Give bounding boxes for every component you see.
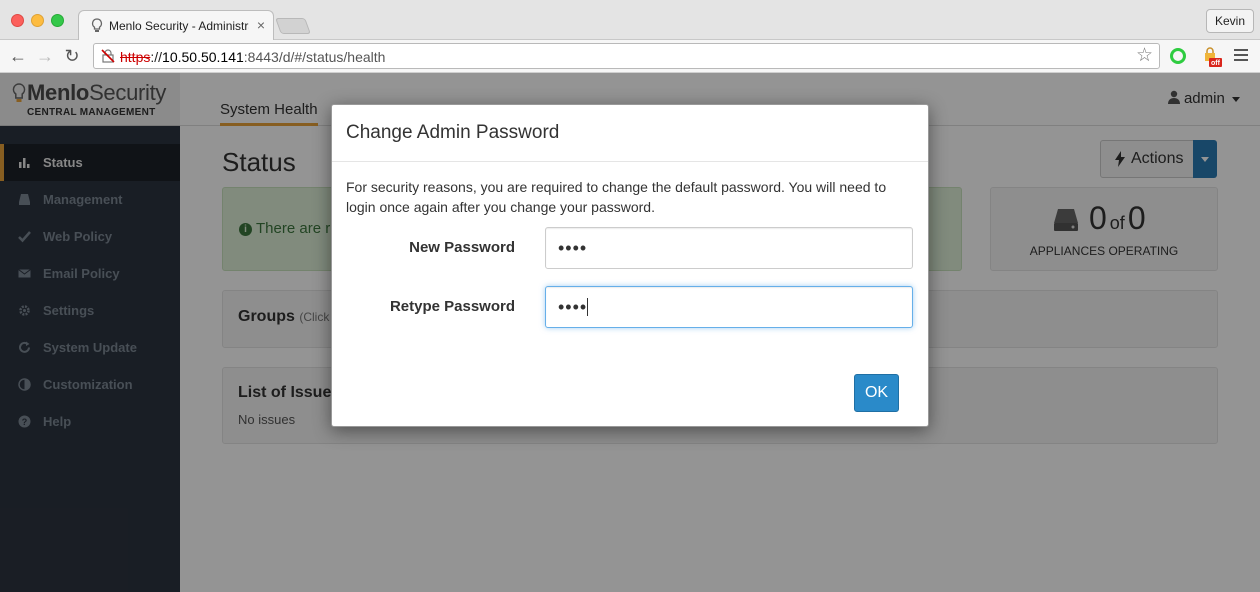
new-tab-button[interactable] [275,18,311,34]
address-bar[interactable]: https://10.50.50.141:8443/d/#/status/hea… [93,43,1160,69]
url-path: :8443/d/#/status/health [243,49,386,65]
tab-title: Menlo Security - Administra [109,19,249,33]
browser-toolbar: ← → ↻ https://10.50.50.141:8443/d/#/stat… [0,40,1260,73]
forward-arrow-icon[interactable]: → [35,46,55,66]
text-cursor [587,298,589,316]
browser-titlebar: Menlo Security - Administra × Kevin [0,0,1260,41]
profile-button[interactable]: Kevin [1205,9,1254,33]
browser-tab-active[interactable]: Menlo Security - Administra × [78,10,274,41]
change-password-dialog: Change Admin Password For security reaso… [331,104,929,427]
retype-password-label: Retype Password [389,298,515,315]
insecure-lock-icon [101,49,115,63]
url-separator: :// [150,49,163,65]
new-password-field[interactable]: •••• [545,227,913,269]
retype-password-value: •••• [558,297,588,317]
bookmark-star-icon[interactable]: ☆ [1136,46,1153,66]
extension-lock-icon[interactable]: off [1202,46,1222,68]
new-password-label: New Password [409,239,515,256]
dialog-header: Change Admin Password [332,105,928,162]
url-scheme: https [120,49,151,65]
extension-badge: off [1211,60,1221,67]
close-window-button[interactable] [11,14,24,27]
url-host: 10.50.50.141 [162,49,244,65]
dialog-message: For security reasons, you are required t… [346,179,887,215]
url-text: https://10.50.50.141:8443/d/#/status/hea… [120,49,385,65]
tab-close-icon[interactable]: × [257,17,265,33]
back-arrow-icon[interactable]: ← [8,46,28,66]
lightbulb-icon [91,18,103,32]
ok-button[interactable]: OK [854,374,899,412]
new-password-value: •••• [558,238,588,258]
extension-ring-icon[interactable] [1170,48,1186,64]
browser-menu-icon[interactable] [1234,49,1248,63]
dialog-title: Change Admin Password [346,122,560,143]
reload-icon[interactable]: ↻ [62,46,82,66]
retype-password-field[interactable]: •••• [545,286,913,328]
zoom-window-button[interactable] [51,14,64,27]
minimize-window-button[interactable] [31,14,44,27]
